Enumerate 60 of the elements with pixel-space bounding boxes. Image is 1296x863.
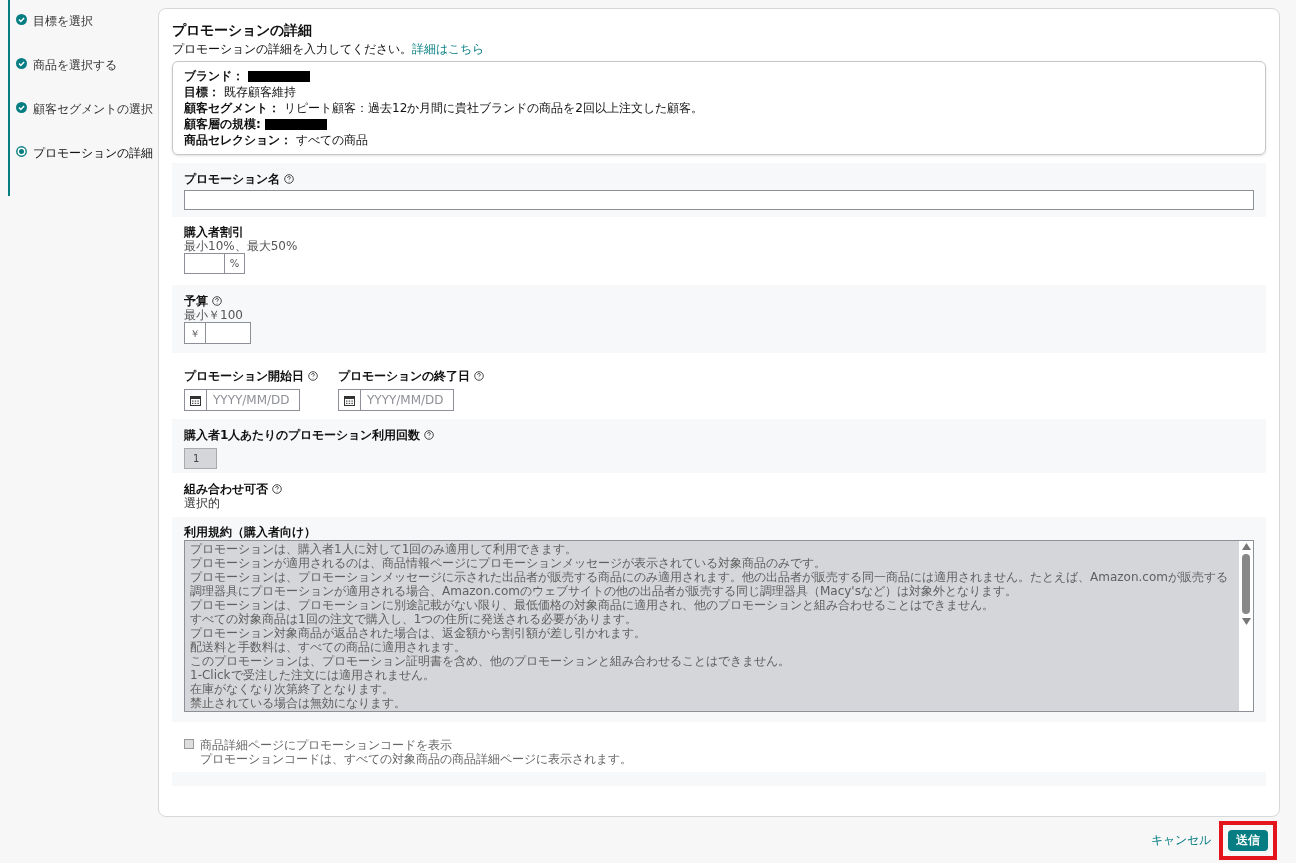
summary-label: 顧客層の規模: [184,116,261,132]
unit-label: % [225,253,245,274]
check-circle-icon [16,102,27,113]
help-icon[interactable] [284,174,294,184]
budget-field[interactable] [205,322,251,344]
intro-text: プロモーションの詳細を入力してください。 [172,42,412,56]
unit-label: ￥ [184,322,205,344]
help-icon[interactable] [212,296,222,306]
summary-value: 既存顧客維持 [224,84,296,100]
terms-line: プロモーション対象商品が返品された場合は、返金額から割引額が差し引かれます。 [190,626,647,640]
field-label: プロモーション名 [184,172,280,186]
field-label: プロモーション開始日 [184,369,304,383]
help-icon[interactable] [272,484,282,494]
step-label[interactable]: プロモーションの詳細 [33,146,153,160]
summary-label: ブランド： [184,68,244,84]
field-label: 購入者割引 [184,225,244,239]
checkbox-label: 商品詳細ページにプロモーションコードを表示 [200,738,453,752]
terms-line: プロモーションは、プロモーションに別途記載がない限り、最低価格の対象商品に適用され、他のプロモーションと組み合わせることはできません。 [190,598,995,612]
field-label: プロモーションの終了日 [338,369,470,383]
date-field[interactable]: YYYY/MM/DD [360,389,454,411]
step-label[interactable]: 商品を選択する [33,58,117,72]
calendar-icon [344,394,355,406]
summary-value: すべての商品 [296,132,368,148]
summary-label: 顧客セグメント： [184,100,280,116]
step-label[interactable]: 顧客セグメントの選択 [33,102,153,116]
help-icon[interactable] [308,371,318,381]
cancel-link[interactable]: キャンセル [1151,831,1211,849]
terms-line: プロモーションは、プロモーションメッセージに示された出品者が販売する商品にのみ適用されます。他の出品者が販売する同一商品には適用されません。たとえば、Amazon.comが販売する調理器具にプロモーションが適用される場合、Amazon.comのウェブサイトの他の出品者が販売する同じ調理器具（Macy'sなど）は対象外となります。 [190,570,1229,598]
date-field[interactable]: YYYY/MM/DD [206,389,300,411]
terms-line: 在庫がなくなり次第終了となります。 [190,682,395,696]
terms-line: すべての対象商品は1回の注文で購入し、1つの住所に発送される必要があります。 [190,612,639,626]
details-link[interactable]: 詳細はこちら [412,42,484,56]
summary-label: 商品セレクション： [184,132,292,148]
terms-line: 配送料と手数料は、すべての商品に適用されます。 [190,640,467,654]
summary-label: 目標： [184,84,220,100]
help-icon[interactable] [474,371,484,381]
calendar-icon [190,394,201,406]
page-title: プロモーションの詳細 [172,21,313,39]
hint-text: 最小10%、最大50% [184,239,299,253]
field-label: 利用規約（購入者向け） [184,525,316,539]
summary-value: リピート顧客：過去12か月間に貴社ブランドの商品を2回以上注文した顧客。 [284,100,703,116]
check-circle-icon [16,58,27,69]
submit-button[interactable]: 送信 [1228,829,1268,851]
step-label[interactable]: 目標を選択 [33,14,93,28]
field-label: 組み合わせ可否 [184,482,268,496]
promotion-name-field[interactable] [184,190,1254,210]
terms-line: プロモーションは、購入者1人に対して1回のみ適用して利用できます。 [190,542,579,556]
terms-line: 1-Clickで受注した注文には適用されません。 [190,668,436,682]
help-icon[interactable] [424,430,435,440]
check-circle-icon [16,14,27,25]
field-label: 予算 [184,294,208,308]
terms-line: 禁止されている場合は無効になります。 [190,696,407,710]
terms-line: このプロモーションは、プロモーション証明書を含め、他のプロモーションと組み合わせることはできません。 [190,654,791,668]
combinable-value: 選択的 [184,496,221,510]
terms-line: プロモーションが適用されるのは、商品情報ページにプロモーションメッセージが表示されている対象商品のみです。 [190,556,827,570]
field-label: 購入者1人あたりのプロモーション利用回数 [184,428,421,442]
discount-field[interactable] [184,253,225,274]
hint-text: 最小￥100 [184,308,244,322]
radio-icon [16,146,27,157]
checkbox-note: プロモーションコードは、すべての対象商品の商品詳細ページに表示されます。 [200,752,632,766]
